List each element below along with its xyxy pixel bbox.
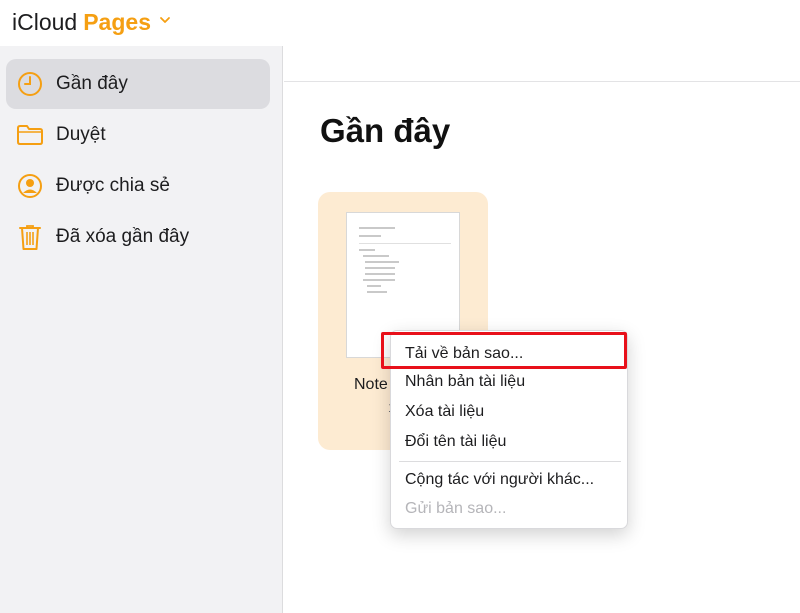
trash-icon [16, 223, 44, 251]
app-switcher[interactable]: iCloud Pages [12, 6, 171, 38]
sidebar-item-label: Gần đây [56, 73, 128, 94]
sidebar-item-browse[interactable]: Duyệt [6, 110, 270, 160]
menu-item-send-copy[interactable]: Gửi bản sao... [405, 496, 506, 522]
sidebar-item-recents[interactable]: Gần đây [6, 59, 270, 109]
menu-item-delete[interactable]: Xóa tài liệu [405, 399, 484, 425]
person-circle-icon [16, 172, 44, 200]
sidebar-item-label: Đã xóa gần đây [56, 226, 190, 247]
menu-item-duplicate[interactable]: Nhân bản tài liệu [405, 369, 525, 395]
icloud-brand: iCloud [12, 8, 78, 35]
highlight-box [381, 332, 627, 369]
page-title: Gần đây [320, 112, 451, 149]
top-bar: iCloud Pages [0, 0, 800, 46]
folder-icon [16, 121, 44, 149]
menu-item-collaborate[interactable]: Cộng tác với người khác... [405, 467, 594, 493]
menu-separator [399, 461, 621, 462]
sidebar-item-shared[interactable]: Được chia sẻ [6, 161, 270, 211]
sidebar-item-label: Duyệt [56, 124, 106, 145]
menu-item-rename[interactable]: Đổi tên tài liệu [405, 429, 506, 455]
main-toolbar [284, 46, 800, 82]
sidebar-item-label: Được chia sẻ [56, 175, 170, 196]
clock-icon [16, 70, 44, 98]
document-name: Note [354, 376, 388, 393]
sidebar: Gần đây Duyệt Được chia sẻ Đã xóa gần đâ… [0, 46, 283, 613]
sidebar-item-recently-deleted[interactable]: Đã xóa gần đây [6, 212, 270, 262]
chevron-down-icon [160, 17, 170, 23]
app-name: Pages [83, 8, 151, 35]
